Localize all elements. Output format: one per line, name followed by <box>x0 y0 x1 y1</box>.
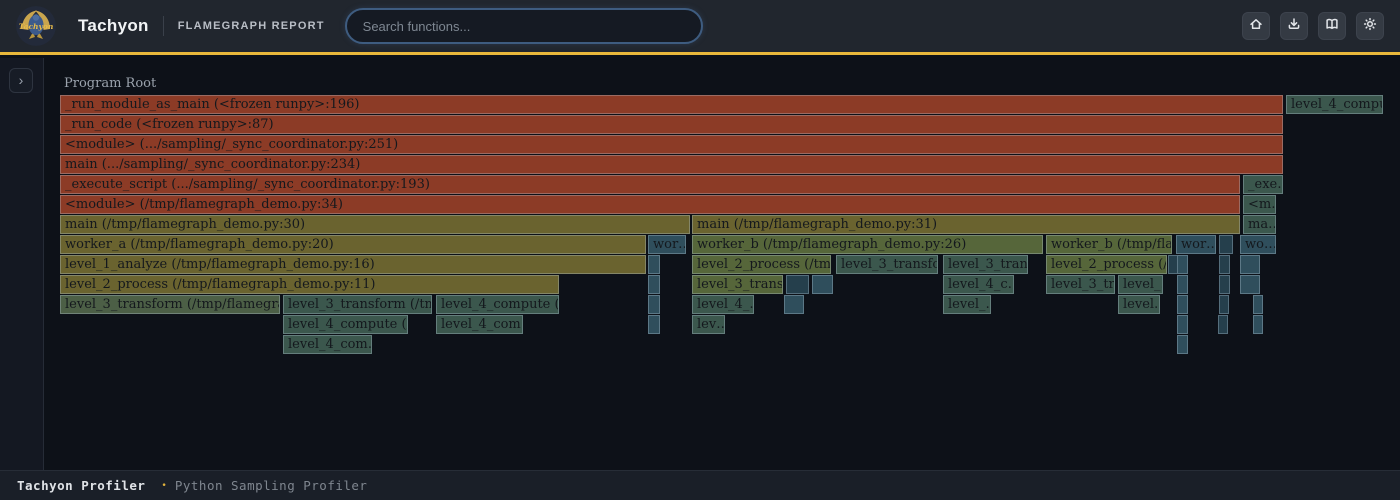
home-icon <box>1248 16 1264 37</box>
flame-frame[interactable] <box>786 275 809 294</box>
flame-frame[interactable]: level_3_tr… <box>1046 275 1115 294</box>
flame-frame[interactable]: main (/tmp/flamegraph_demo.py:31) <box>692 215 1240 234</box>
header-divider <box>163 16 164 36</box>
chevron-right-icon: › <box>19 72 24 88</box>
tachyon-logo-icon: Tachyon <box>16 6 56 46</box>
flame-frame[interactable]: level_1_analyze (/tmp/flamegraph_demo.py… <box>60 255 646 274</box>
flame-frame[interactable] <box>1177 335 1188 354</box>
download-icon <box>1286 16 1302 37</box>
flame-frame[interactable] <box>648 295 660 314</box>
flame-frame[interactable]: level_2_process (/tm… <box>1046 255 1167 274</box>
flame-frame[interactable]: level_2_process (/tmp/fla… <box>692 255 831 274</box>
flame-frame[interactable] <box>1218 315 1228 334</box>
flame-frame[interactable]: <m… <box>1243 195 1276 214</box>
flame-frame[interactable]: worker_a (/tmp/flamegraph_demo.py:20) <box>60 235 646 254</box>
search-input[interactable] <box>345 8 703 44</box>
flame-frame[interactable] <box>648 275 660 294</box>
flame-frame[interactable]: main (.../sampling/_sync_coordinator.py:… <box>60 155 1283 174</box>
flame-frame[interactable]: level_4_com… <box>283 335 372 354</box>
flame-frame[interactable]: level_3_transform (/tmp/flamegraph_dem… <box>60 295 280 314</box>
home-button[interactable] <box>1242 12 1270 40</box>
flame-frame[interactable]: level_4_… <box>692 295 754 314</box>
flame-root-frame[interactable]: Program Root <box>60 75 1383 94</box>
flame-frame[interactable]: level_4_compute (/t… <box>436 295 559 314</box>
flame-frame[interactable] <box>1219 235 1233 254</box>
flame-frame[interactable]: level_4_comput… <box>1286 95 1383 114</box>
flame-frame[interactable]: worker_b (/tmp/flame… <box>1046 235 1172 254</box>
flame-frame[interactable]: wo… <box>1240 235 1276 254</box>
status-bar: Tachyon Profiler • Python Sampling Profi… <box>0 470 1400 500</box>
flame-frame[interactable] <box>1177 315 1188 334</box>
svg-text:Tachyon: Tachyon <box>19 22 54 31</box>
flame-frame[interactable] <box>1219 275 1230 294</box>
flame-frame[interactable]: _exe… <box>1243 175 1283 194</box>
flame-frame[interactable]: _run_module_as_main (<frozen runpy>:196) <box>60 95 1283 114</box>
flame-frame[interactable]: level_… <box>943 295 991 314</box>
flame-frame[interactable]: level_3_transf… <box>692 275 783 294</box>
flame-frame[interactable]: wor… <box>648 235 686 254</box>
app-title: Tachyon <box>78 16 149 36</box>
flame-frame[interactable]: <module> (/tmp/flamegraph_demo.py:34) <box>60 195 1240 214</box>
flame-frame[interactable]: lev… <box>692 315 725 334</box>
flame-frame[interactable]: level_4_com… <box>436 315 523 334</box>
flame-frame[interactable]: level_3_transform (/tmp/fl… <box>283 295 432 314</box>
flame-frame[interactable] <box>1240 255 1260 274</box>
status-dot-icon: • <box>161 481 166 491</box>
flame-frame[interactable] <box>1177 255 1188 274</box>
flame-frame[interactable]: level_4_c… <box>943 275 1014 294</box>
flame-frame[interactable] <box>648 315 660 334</box>
header-actions <box>1242 12 1384 40</box>
flame-frame[interactable]: _run_code (<frozen runpy>:87) <box>60 115 1283 134</box>
flame-frame[interactable]: main (/tmp/flamegraph_demo.py:30) <box>60 215 690 234</box>
flame-frame[interactable] <box>648 255 660 274</box>
status-subtitle: Python Sampling Profiler <box>175 478 368 493</box>
flame-frame[interactable] <box>1240 275 1260 294</box>
sidebar: › <box>0 58 44 470</box>
flame-frame[interactable] <box>1177 275 1188 294</box>
flame-frame[interactable]: level_… <box>1118 275 1163 294</box>
flame-frame[interactable] <box>1219 255 1230 274</box>
flame-frame[interactable]: <module> (.../sampling/_sync_coordinator… <box>60 135 1283 154</box>
flame-frame[interactable]: level_2_process (/tmp/flamegraph_demo.py… <box>60 275 559 294</box>
flame-frame[interactable]: worker_b (/tmp/flamegraph_demo.py:26) <box>692 235 1043 254</box>
flame-frame[interactable] <box>1253 315 1263 334</box>
flame-frame[interactable]: _execute_script (.../sampling/_sync_coor… <box>60 175 1240 194</box>
flame-frame[interactable]: level… <box>1118 295 1160 314</box>
docs-button[interactable] <box>1318 12 1346 40</box>
main-content: › Program Root_run_module_as_main (<froz… <box>0 58 1400 470</box>
theme-toggle-button[interactable] <box>1356 12 1384 40</box>
flame-frame[interactable]: level_4_compute (/t… <box>283 315 408 334</box>
flame-frame[interactable] <box>1253 295 1263 314</box>
flame-frame[interactable]: wor… <box>1176 235 1216 254</box>
book-icon <box>1324 16 1340 37</box>
status-app-name: Tachyon Profiler <box>17 478 145 493</box>
flame-frame[interactable]: level_3_transform… <box>836 255 938 274</box>
flame-frame[interactable] <box>1219 295 1229 314</box>
flame-frame[interactable]: level_3_trans… <box>943 255 1028 274</box>
sidebar-toggle-button[interactable]: › <box>9 68 33 93</box>
sun-icon <box>1362 16 1378 37</box>
flame-frame[interactable] <box>812 275 833 294</box>
flamegraph-canvas: Program Root_run_module_as_main (<frozen… <box>44 58 1400 470</box>
download-button[interactable] <box>1280 12 1308 40</box>
report-type-label: FLAMEGRAPH REPORT <box>178 20 325 32</box>
app-header: Tachyon Tachyon FLAMEGRAPH REPORT <box>0 0 1400 55</box>
flame-frame[interactable]: ma… <box>1243 215 1276 234</box>
flame-frame[interactable] <box>784 295 804 314</box>
flame-frame[interactable] <box>1177 295 1188 314</box>
